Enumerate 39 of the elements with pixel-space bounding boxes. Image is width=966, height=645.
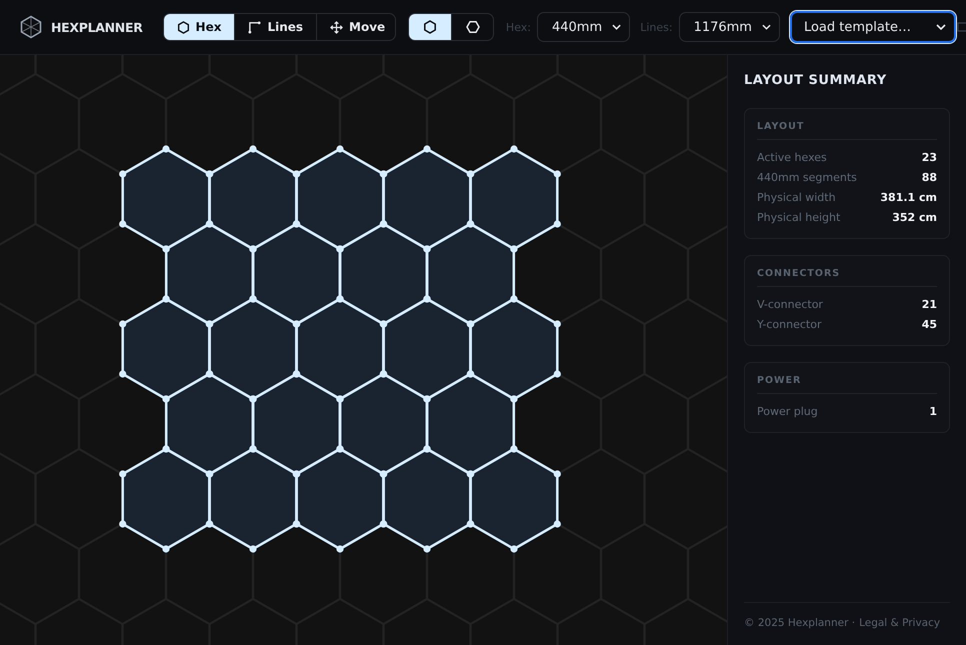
move-arrows-icon [330,20,344,34]
stat-label: Physical width [757,190,836,206]
dropdown-select[interactable]: 1176mm [678,12,780,42]
hexagon-icon [466,20,480,34]
chevron-down-icon [936,24,946,30]
stat-value: 1 [929,404,937,420]
mode-tab[interactable]: Move [316,14,396,40]
stat-value: 381.1 cm [880,190,937,206]
stat-label: Physical height [757,210,840,226]
copyright-text: © 2025 Hexplanner · [744,617,856,629]
stat-label: Y-connector [757,317,822,333]
hex-tile-layout-drawing[interactable] [119,145,561,553]
chevron-down-icon [762,24,771,30]
app-title: HEXPLANNER [51,20,143,34]
stat-label: V-connector [757,297,823,313]
chevron-down-icon [612,24,622,30]
dropdown-select[interactable]: Load template… [790,11,956,43]
cube-logo-icon [19,15,43,39]
card-heading: LAYOUT [757,121,937,140]
stat-value: 21 [922,297,937,313]
corner-lines-icon [248,20,262,34]
stat-label: Active hexes [757,150,827,166]
dropdown-select[interactable]: 440mm [536,12,630,42]
stat-value: 352 cm [892,210,937,226]
stat-label: Power plug [757,404,818,420]
panel-title: LAYOUT SUMMARY [744,73,888,88]
mode-tab[interactable]: Hex [164,14,234,40]
hexagon-icon [176,20,190,34]
select-label: Hex: [506,20,531,34]
stat-value: 23 [922,150,937,166]
mode-tab[interactable]: Lines [234,14,316,40]
stat-value: 88 [922,170,937,186]
card-heading: POWER [757,375,937,394]
stat-value: 45 [922,317,937,333]
hexagon-icon [423,20,438,34]
stat-label: 440mm segments [757,170,857,186]
card-heading: CONNECTORS [757,268,937,287]
orientation-toggle[interactable] [409,14,452,40]
select-label: Lines: [640,20,673,34]
